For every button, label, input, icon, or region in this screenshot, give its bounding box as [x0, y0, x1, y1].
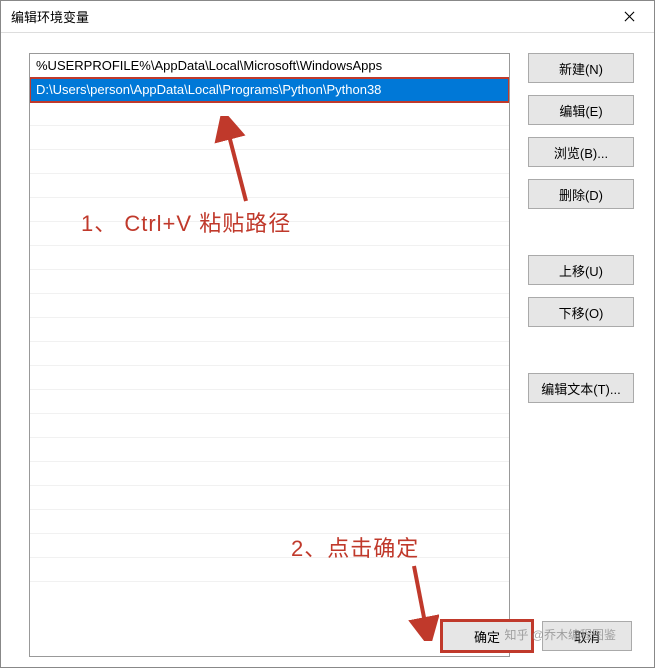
annotation-arrow-icon [211, 116, 261, 206]
cancel-button[interactable]: 取消 [542, 621, 632, 651]
dialog-title: 编辑环境变量 [11, 7, 89, 26]
path-list-empty-row[interactable] [30, 486, 509, 510]
path-list-empty-row[interactable] [30, 318, 509, 342]
close-button[interactable] [606, 2, 652, 32]
path-list-empty-row[interactable] [30, 510, 509, 534]
annotation-step-2: 2、点击确定 [291, 531, 419, 563]
path-list-empty-row[interactable] [30, 150, 509, 174]
annotation-step-1: 1、 Ctrl+V 粘贴路径 [81, 206, 291, 238]
new-button[interactable]: 新建(N) [528, 53, 634, 83]
edit-button[interactable]: 编辑(E) [528, 95, 634, 125]
path-list-empty-row[interactable] [30, 246, 509, 270]
path-list-empty-row[interactable] [30, 390, 509, 414]
path-list-empty-row[interactable] [30, 414, 509, 438]
path-list-empty-row[interactable] [30, 534, 509, 558]
path-list-empty-row[interactable] [30, 174, 509, 198]
footer-buttons: 确定 取消 [442, 621, 632, 651]
close-icon [624, 11, 635, 22]
path-list-empty-row[interactable] [30, 366, 509, 390]
move-up-button[interactable]: 上移(U) [528, 255, 634, 285]
path-list-empty-row[interactable] [30, 270, 509, 294]
path-list-empty-row[interactable] [30, 342, 509, 366]
browse-button[interactable]: 浏览(B)... [528, 137, 634, 167]
delete-button[interactable]: 删除(D) [528, 179, 634, 209]
edit-text-button[interactable]: 编辑文本(T)... [528, 373, 634, 403]
side-button-column: 新建(N) 编辑(E) 浏览(B)... 删除(D) 上移(U) 下移(O) 编… [528, 53, 634, 657]
annotation-arrow-icon [399, 561, 439, 641]
titlebar: 编辑环境变量 [1, 1, 654, 33]
path-list-empty-row[interactable] [30, 102, 509, 126]
ok-button[interactable]: 确定 [442, 621, 532, 651]
path-list-item[interactable]: D:\Users\person\AppData\Local\Programs\P… [30, 78, 509, 102]
dialog-content: %USERPROFILE%\AppData\Local\Microsoft\Wi… [1, 33, 654, 667]
path-list-empty-row[interactable] [30, 438, 509, 462]
path-list-empty-row[interactable] [30, 462, 509, 486]
path-list-empty-row[interactable] [30, 294, 509, 318]
path-list-empty-row[interactable] [30, 126, 509, 150]
move-down-button[interactable]: 下移(O) [528, 297, 634, 327]
path-list-item[interactable]: %USERPROFILE%\AppData\Local\Microsoft\Wi… [30, 54, 509, 78]
